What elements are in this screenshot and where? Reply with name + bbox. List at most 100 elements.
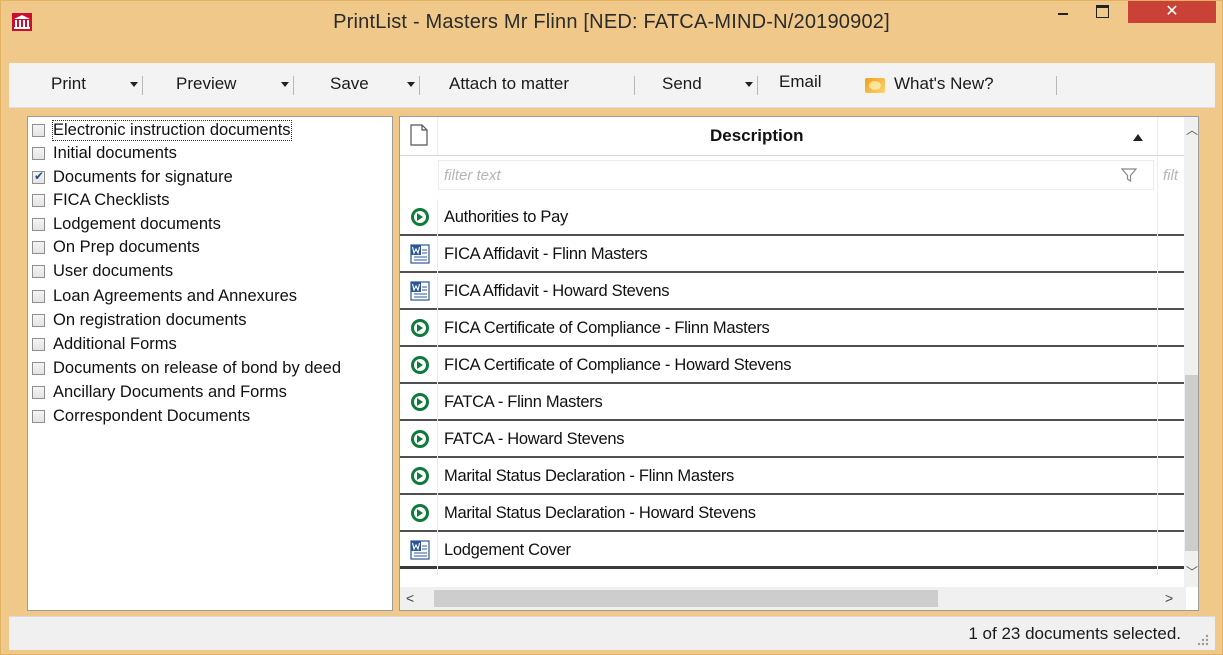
category-checkbox[interactable]: [32, 169, 45, 184]
toolbar-separator: [142, 76, 143, 95]
toolbar-separator: [757, 76, 758, 95]
column-divider: [1157, 155, 1158, 575]
row-description: FATCA - Howard Stevens: [444, 430, 625, 448]
column-divider: [437, 117, 438, 155]
row-description: Marital Status Declaration - Howard Stev…: [444, 504, 756, 522]
close-button[interactable]: ✕: [1128, 1, 1216, 23]
category-checkbox[interactable]: [32, 147, 45, 160]
vertical-scrollbar[interactable]: ︿ ﹀: [1184, 117, 1198, 587]
horizontal-scroll-thumb[interactable]: [434, 590, 938, 607]
word-doc-icon: [410, 244, 430, 264]
table-row[interactable]: FATCA - Flinn Masters: [400, 384, 1186, 421]
category-label: Documents for signature: [53, 168, 233, 186]
category-label: Initial documents: [53, 144, 177, 162]
preview-dropdown-icon[interactable]: [281, 82, 289, 87]
category-label: Correspondent Documents: [53, 407, 251, 425]
status-bar: 1 of 23 documents selected.: [9, 616, 1215, 650]
category-checkbox[interactable]: [32, 314, 45, 327]
whats-new-icon: [865, 78, 885, 93]
horizontal-scrollbar[interactable]: < >: [400, 587, 1186, 610]
send-button[interactable]: Send: [662, 74, 702, 94]
category-label: User documents: [53, 262, 174, 280]
filter-input[interactable]: [438, 160, 1154, 190]
green-form-icon: [411, 319, 429, 337]
category-label: Ancillary Documents and Forms: [53, 383, 287, 401]
vertical-scroll-thumb[interactable]: [1185, 375, 1198, 551]
sort-ascending-icon: [1133, 134, 1143, 141]
document-grid: Description filter text filt Authorities…: [399, 116, 1199, 611]
row-description: FATCA - Flinn Masters: [444, 393, 603, 411]
category-checkbox[interactable]: [32, 218, 45, 231]
send-dropdown-icon[interactable]: [745, 82, 753, 87]
category-checkbox[interactable]: [32, 124, 45, 137]
category-checkbox[interactable]: [32, 194, 45, 207]
category-label: On Prep documents: [53, 238, 200, 256]
toolbar: Print Preview Save Attach to matter Send…: [9, 63, 1215, 108]
print-button[interactable]: Print: [51, 74, 86, 94]
row-description: FICA Certificate of Compliance - Flinn M…: [444, 319, 770, 337]
maximize-icon: [1096, 5, 1109, 18]
scroll-right-icon[interactable]: >: [1165, 590, 1173, 606]
category-checkbox[interactable]: [32, 241, 45, 254]
scroll-left-icon[interactable]: <: [406, 590, 414, 606]
window-title: PrintList - Masters Mr Flinn [NED: FATCA…: [333, 11, 890, 33]
word-doc-icon: [410, 540, 430, 560]
filter-placeholder-2: filt: [1163, 167, 1178, 184]
description-column-header[interactable]: Description: [710, 126, 804, 146]
category-checkbox[interactable]: [32, 290, 45, 303]
toolbar-separator: [1056, 76, 1057, 95]
table-row[interactable]: FICA Affidavit - Howard Stevens: [400, 273, 1186, 310]
filter-icon[interactable]: [1121, 167, 1137, 183]
row-description: Marital Status Declaration - Flinn Maste…: [444, 467, 734, 485]
print-dropdown-icon[interactable]: [130, 82, 138, 87]
category-label: Loan Agreements and Annexures: [53, 287, 298, 305]
category-label: On registration documents: [53, 311, 247, 329]
toolbar-separator: [293, 76, 294, 95]
table-row[interactable]: FATCA - Howard Stevens: [400, 421, 1186, 458]
title-bar[interactable]: PrintList - Masters Mr Flinn [NED: FATCA…: [1, 1, 1222, 43]
toolbar-separator: [634, 76, 635, 95]
resize-grip-icon[interactable]: [1195, 632, 1209, 646]
table-row[interactable]: FICA Certificate of Compliance - Flinn M…: [400, 310, 1186, 347]
preview-button[interactable]: Preview: [176, 74, 236, 94]
printlist-window: PrintList - Masters Mr Flinn [NED: FATCA…: [0, 0, 1223, 655]
email-button[interactable]: Email: [779, 72, 822, 92]
maximize-button[interactable]: [1085, 1, 1119, 25]
scroll-up-icon[interactable]: ︿: [1186, 121, 1198, 138]
whats-new-button[interactable]: What's New?: [894, 74, 994, 94]
green-form-icon: [411, 208, 429, 226]
row-description: FICA Affidavit - Flinn Masters: [444, 245, 648, 263]
green-form-icon: [411, 504, 429, 522]
category-checkbox[interactable]: [32, 362, 45, 375]
table-row[interactable]: Lodgement Cover: [400, 532, 1186, 569]
category-label: Additional Forms: [53, 335, 177, 353]
word-doc-icon: [410, 281, 430, 301]
document-icon[interactable]: [410, 124, 428, 146]
category-label: Electronic instruction documents: [52, 120, 292, 141]
attach-to-matter-button[interactable]: Attach to matter: [449, 74, 569, 94]
green-form-icon: [411, 430, 429, 448]
scroll-down-icon[interactable]: ﹀: [1186, 563, 1198, 580]
table-row[interactable]: FICA Certificate of Compliance - Howard …: [400, 347, 1186, 384]
row-description: FICA Certificate of Compliance - Howard …: [444, 356, 792, 374]
close-icon: ✕: [1165, 3, 1179, 20]
category-label: Documents on release of bond by deed: [53, 359, 342, 377]
green-form-icon: [411, 467, 429, 485]
save-dropdown-icon[interactable]: [407, 82, 415, 87]
green-form-icon: [411, 356, 429, 374]
save-button[interactable]: Save: [330, 74, 369, 94]
table-row[interactable]: Marital Status Declaration - Howard Stev…: [400, 495, 1186, 532]
table-row[interactable]: FICA Affidavit - Flinn Masters: [400, 236, 1186, 273]
toolbar-separator: [419, 76, 420, 95]
category-label: FICA Checklists: [53, 191, 170, 209]
category-checkbox[interactable]: [32, 386, 45, 399]
filter-row: filter text filt: [400, 156, 1186, 196]
table-row[interactable]: Marital Status Declaration - Flinn Maste…: [400, 458, 1186, 495]
grid-header: Description: [400, 117, 1186, 156]
category-checkbox[interactable]: [32, 410, 45, 423]
table-row[interactable]: Authorities to Pay: [400, 199, 1186, 236]
minimize-button[interactable]: [1046, 1, 1080, 25]
category-checkbox[interactable]: [32, 338, 45, 351]
category-checkbox[interactable]: [32, 265, 45, 278]
green-form-icon: [411, 393, 429, 411]
